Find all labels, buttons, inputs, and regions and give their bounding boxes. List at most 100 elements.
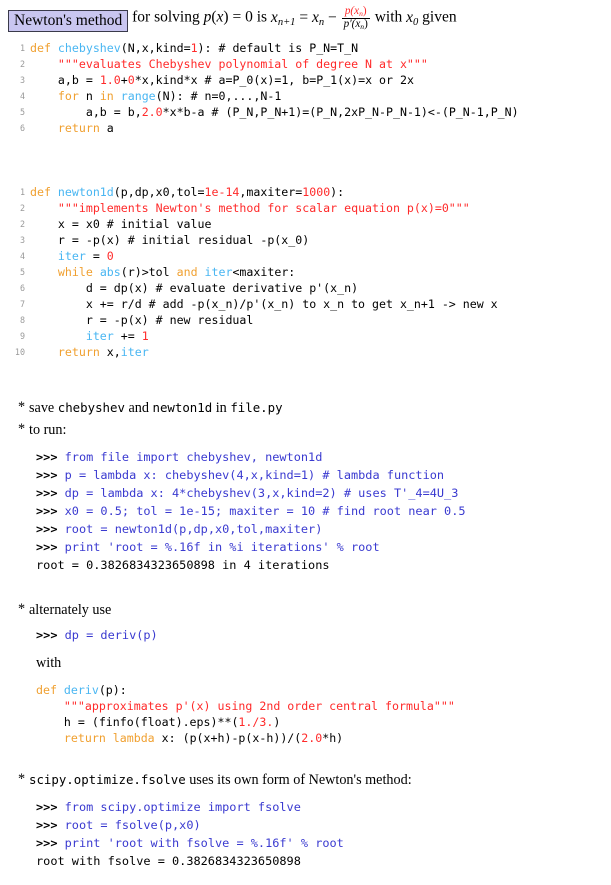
eq-fraction-denominator: p′(xn) — [341, 18, 370, 32]
bullet-alternately-label: alternately use — [29, 602, 112, 618]
code-token: 2.0 — [301, 731, 323, 745]
repl-code-text: dp = lambda x: 4*chebyshev(3,x,kind=2) #… — [64, 486, 459, 500]
with-label: with — [36, 655, 62, 671]
code-line: 10 return x,iter — [8, 344, 498, 360]
bullet-star-icon: * — [18, 399, 26, 415]
bullet-to-run: * to run: — [18, 420, 66, 439]
code-line: 2 x = x0 # initial value — [8, 216, 498, 232]
code-line-number: 5 — [19, 107, 25, 117]
headline: Newton's method for solving p(x) = 0 is … — [8, 5, 457, 34]
bullet-save-files: * save chebyshev and newton1d in file.py — [18, 398, 283, 417]
bullet-fsolve-code: scipy.optimize.fsolve — [29, 772, 186, 787]
repl-input-line: >>> x0 = 0.5; tol = 1e-15; maxiter = 10 … — [36, 502, 466, 520]
eq-equals: = — [299, 8, 309, 26]
repl-code-text: root = newton1d(p,dp,x0,tol,maxiter) — [64, 522, 323, 536]
repl-session-deriv: >>> dp = deriv(p) — [36, 626, 158, 644]
code-token: *h) — [322, 731, 344, 745]
repl-output-line: root with fsolve = 0.3826834323650898 — [36, 852, 344, 870]
code-token: += — [113, 329, 142, 343]
repl-output-line: root = 0.3826834323650898 in 4 iteration… — [36, 556, 466, 574]
code-token: x = x0 # initial value — [30, 217, 212, 231]
code-line-number: 3 — [19, 235, 25, 245]
code-listing-newton1d: 1 def newton1d(p,dp,x0,tol=1e-14,maxiter=… — [8, 184, 498, 360]
bullet-save-code1: chebyshev — [57, 400, 125, 415]
repl-code-text: from file import chebyshev, newton1d — [64, 450, 323, 464]
repl-code-text: dp = deriv(p) — [64, 628, 158, 642]
code-token: chebyshev — [57, 41, 121, 55]
code-token: for — [57, 89, 86, 103]
code-line-number: 3 — [19, 75, 25, 85]
bullet-save-part1: save — [29, 400, 55, 416]
code-token: return — [57, 121, 107, 135]
code-token: return lambda — [63, 731, 162, 745]
repl-code-text: x0 = 0.5; tol = 1e-15; maxiter = 10 # fi… — [64, 504, 466, 518]
code-token: 0 — [106, 249, 114, 263]
code-token: 1./3. — [238, 715, 274, 729]
repl-code-text: root = fsolve(p,x0) — [64, 818, 201, 832]
bullet-save-code3: file.py — [230, 400, 283, 415]
code-token: 1e-14 — [204, 185, 240, 199]
code-line: 5 a,b = b,2.0*x*b-a # (P_N,P_N+1)=(P_N,2… — [8, 104, 519, 120]
equation-newton-iteration: xn+1 = xn − p(xn) p′(xn) — [270, 5, 371, 31]
code-token: return — [57, 345, 107, 359]
headline-text-is: is — [256, 8, 268, 26]
code-token: ): # default is P_N=T_N — [197, 41, 359, 55]
code-line: h = (finfo(float).eps)**(1./3.) — [36, 714, 455, 730]
code-token: ): — [330, 185, 345, 199]
code-line: 4 iter = 0 — [8, 248, 498, 264]
equation-px-zero: p(x) = 0 — [203, 8, 253, 26]
code-token: 1 — [190, 41, 198, 55]
code-line-number: 6 — [19, 123, 25, 133]
code-token: a — [106, 121, 114, 135]
repl-output-text: root with fsolve = 0.3826834323650898 — [36, 854, 301, 868]
code-token: 1.0 — [99, 73, 121, 87]
code-token: (p): — [98, 683, 127, 697]
code-token: = — [85, 249, 107, 263]
repl-input-line: >>> root = newton1d(p,dp,x0,tol,maxiter) — [36, 520, 466, 538]
code-token: (N,x,kind= — [120, 41, 191, 55]
code-token: *x*b-a # (P_N,P_N+1)=(P_N,2xP_N-P_N-1)<-… — [162, 105, 519, 119]
bullet-to-run-label: to run: — [29, 422, 67, 438]
code-token: r = -p(x) # initial residual -p(x_0) — [30, 233, 310, 247]
repl-input-line: >>> root = fsolve(p,x0) — [36, 816, 344, 834]
code-token: x: (p(x+h)-p(x-h))/( — [161, 731, 302, 745]
eq-xn: x — [311, 8, 319, 26]
code-token: while — [57, 265, 100, 279]
code-line-number: 2 — [19, 59, 25, 69]
code-token: iter — [57, 249, 86, 263]
code-line: def deriv(p): — [36, 682, 455, 698]
headline-text-before: for solving — [132, 8, 200, 26]
code-token: abs — [99, 265, 121, 279]
repl-output-text: root = 0.3826834323650898 in 4 iteration… — [36, 558, 330, 572]
document-page: Newton's method for solving p(x) = 0 is … — [0, 0, 611, 885]
code-token: def — [30, 185, 58, 199]
code-token: 2.0 — [141, 105, 163, 119]
repl-prompt: >>> — [36, 818, 65, 832]
code-line-number: 7 — [19, 299, 25, 309]
code-line: 4 for n in range(N): # n=0,...,N-1 — [8, 88, 519, 104]
code-line: 3 r = -p(x) # initial residual -p(x_0) — [8, 232, 498, 248]
code-line: 9 iter += 1 — [8, 328, 498, 344]
code-token: x += r/d # add -p(x_n)/p'(x_n) to x_n to… — [30, 297, 498, 311]
repl-prompt: >>> — [36, 628, 65, 642]
code-line-number: 10 — [14, 347, 25, 357]
repl-prompt: >>> — [36, 450, 65, 464]
code-token: """evaluates Chebyshev polynomial of deg… — [57, 57, 428, 71]
code-token: in — [99, 89, 121, 103]
code-token: n — [85, 89, 100, 103]
code-listing-chebyshev: 1 def chebyshev(N,x,kind=1): # default is… — [8, 40, 519, 136]
bullet-save-part3: in — [215, 400, 227, 416]
repl-prompt: >>> — [36, 504, 65, 518]
repl-code-text: from scipy.optimize import fsolve — [64, 800, 301, 814]
code-line: 6 d = dp(x) # evaluate derivative p'(x_n… — [8, 280, 498, 296]
eq-x-next: x — [270, 8, 278, 26]
code-token: iter — [120, 345, 149, 359]
code-token: a,b = — [30, 73, 100, 87]
repl-input-line: >>> dp = deriv(p) — [36, 626, 158, 644]
code-token: iter — [85, 329, 114, 343]
code-token: def — [36, 683, 64, 697]
code-token: iter — [204, 265, 233, 279]
